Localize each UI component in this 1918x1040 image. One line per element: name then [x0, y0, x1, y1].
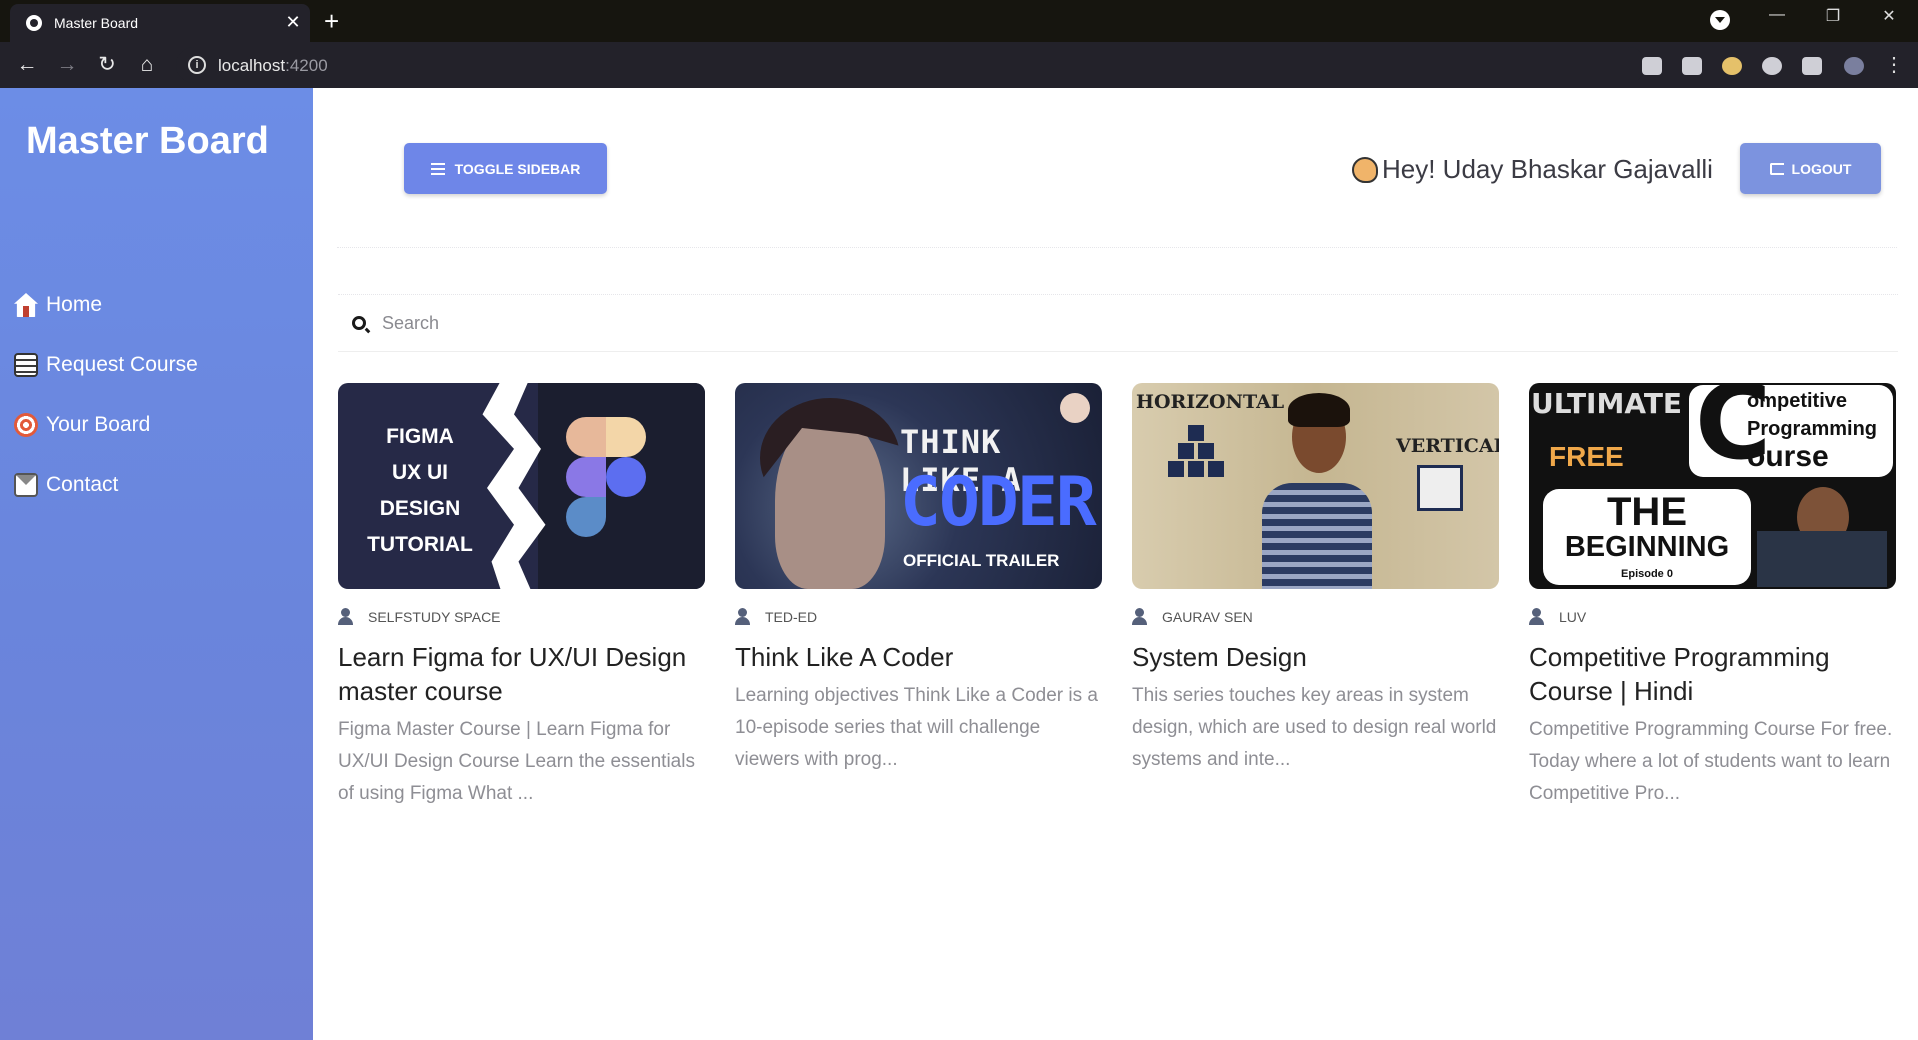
thumbnail-text: HORIZONTAL [1136, 391, 1285, 413]
thumbnail-text: FIGMA UX UI DESIGN TUTORIAL [367, 425, 473, 556]
extension-icon[interactable] [1722, 57, 1742, 75]
avatar[interactable] [1844, 57, 1864, 75]
address-bar[interactable]: i localhost:4200 ☆ [176, 47, 1782, 83]
extension-icon[interactable] [1762, 57, 1782, 75]
kebab-menu-icon[interactable]: ⋮ [1884, 52, 1904, 77]
toggle-sidebar-button[interactable]: TOGGLE SIDEBAR [404, 143, 607, 194]
back-icon[interactable]: ← [13, 51, 41, 79]
logout-icon [1769, 162, 1784, 175]
sidebar-item-label: Home [46, 293, 103, 316]
puzzle-icon[interactable] [1802, 57, 1822, 75]
user-icon [735, 608, 757, 626]
tab-search-icon[interactable] [1710, 10, 1730, 30]
user-icon [1529, 608, 1551, 626]
course-description: Competitive Programming Course For free.… [1529, 719, 1893, 804]
thumbnail-text: THE [1607, 490, 1687, 534]
top-bar: TOGGLE SIDEBAR Hey! Uday Bhaskar Gajaval… [337, 88, 1897, 248]
sidebar-item-label: Your Board [46, 413, 151, 436]
logout-button[interactable]: LOGOUT [1740, 143, 1881, 194]
sidebar-item-label: Contact [46, 473, 119, 496]
waving-hand-icon [1352, 156, 1378, 183]
course-title[interactable]: Learn Figma for UX/UI Design master cour… [338, 640, 705, 708]
window-close-icon[interactable]: ✕ [1874, 6, 1904, 26]
course-title[interactable]: Competitive Programming Course | Hindi [1529, 640, 1896, 708]
thumbnail-text: Episode 0 [1621, 568, 1673, 580]
search-icon [352, 316, 366, 330]
restore-icon[interactable]: ❐ [1818, 6, 1848, 26]
user-icon [1132, 608, 1154, 626]
tab-title: Master Board [54, 15, 139, 31]
browser-tabstrip: Master Board ✕ + — ❐ ✕ [0, 0, 1918, 42]
tab-close-icon[interactable]: ✕ [282, 11, 304, 33]
course-card[interactable]: HORIZONTAL VERTICAL GAURAV SEN System De… [1132, 383, 1499, 776]
thumbnail-text: ULTIMATE [1531, 387, 1683, 420]
browser-toolbar: ← → ↻ ⌂ i localhost:4200 ☆ ⋮ [0, 42, 1918, 88]
channel-label: LUV [1529, 608, 1896, 626]
url-text: localhost:4200 [218, 56, 328, 75]
home-button-icon[interactable]: ⌂ [133, 51, 161, 79]
extension-icon[interactable] [1642, 57, 1662, 75]
course-card[interactable]: ULTIMATE FREE C ompetitive Programming o… [1529, 383, 1896, 810]
course-card[interactable]: FIGMA UX UI DESIGN TUTORIAL SELFSTUDY SP… [338, 383, 705, 810]
course-thumbnail[interactable]: THINK LIKE A CODER OFFICIAL TRAILER [735, 383, 1102, 589]
course-thumbnail[interactable]: ULTIMATE FREE C ompetitive Programming o… [1529, 383, 1896, 589]
course-card[interactable]: THINK LIKE A CODER OFFICIAL TRAILER TED-… [735, 383, 1102, 776]
cast-icon[interactable] [1682, 57, 1702, 75]
course-description: This series touches key areas in system … [1132, 685, 1497, 770]
course-title[interactable]: Think Like A Coder [735, 640, 1102, 674]
thumbnail-text: BEGINNING [1564, 531, 1730, 563]
search-bar [338, 294, 1898, 352]
search-input[interactable] [382, 312, 1782, 334]
course-thumbnail[interactable]: HORIZONTAL VERTICAL [1132, 383, 1499, 589]
sidebar: Master Board Home Request Course Your Bo… [0, 88, 313, 1040]
thumbnail-text: CODER [900, 463, 1097, 542]
course-thumbnail[interactable]: FIGMA UX UI DESIGN TUTORIAL [338, 383, 705, 589]
channel-label: TED-ED [735, 608, 1102, 626]
sidebar-item-home[interactable]: Home [14, 288, 102, 322]
sidebar-item-your-board[interactable]: Your Board [14, 408, 150, 442]
browser-tab[interactable]: Master Board ✕ [10, 4, 310, 42]
books-icon [14, 353, 38, 377]
reload-icon[interactable]: ↻ [93, 51, 121, 79]
channel-label: SELFSTUDY SPACE [338, 608, 705, 626]
user-icon [338, 608, 360, 626]
minimize-icon[interactable]: — [1762, 6, 1792, 24]
course-description: Figma Master Course | Learn Figma for UX… [338, 719, 695, 804]
brand-title: Master Board [26, 120, 269, 162]
sidebar-item-label: Request Course [46, 353, 198, 376]
target-icon [14, 413, 38, 437]
user-greeting: Hey! Uday Bhaskar Gajavalli [1352, 154, 1713, 185]
channel-label: GAURAV SEN [1132, 608, 1499, 626]
ted-badge-icon [1060, 393, 1090, 423]
sidebar-item-request-course[interactable]: Request Course [14, 348, 198, 382]
sidebar-item-contact[interactable]: Contact [14, 468, 118, 502]
thumbnail-text: VERTICAL [1396, 435, 1499, 457]
new-tab-icon[interactable]: + [324, 4, 339, 38]
site-info-icon[interactable]: i [188, 56, 206, 74]
home-icon [14, 293, 38, 317]
course-description: Learning objectives Think Like a Coder i… [735, 685, 1098, 770]
main-content: TOGGLE SIDEBAR Hey! Uday Bhaskar Gajaval… [313, 88, 1918, 1040]
thumbnail-text: FREE [1549, 441, 1624, 472]
forward-icon[interactable]: → [53, 51, 81, 79]
envelope-icon [14, 473, 38, 497]
thumbnail-text: OFFICIAL TRAILER [903, 551, 1060, 570]
thumbnail-text: ompetitive Programming ourse [1747, 390, 1878, 473]
menu-lines-icon [430, 162, 445, 175]
globe-icon [26, 15, 42, 31]
figma-logo-icon [566, 417, 606, 457]
course-title[interactable]: System Design [1132, 640, 1499, 674]
